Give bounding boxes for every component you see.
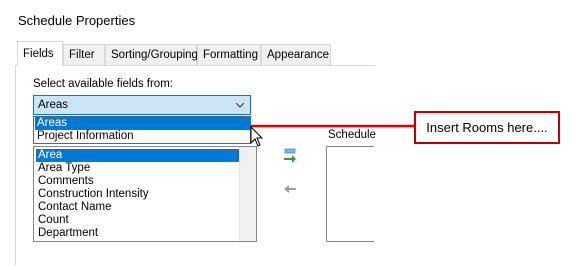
tab-appearance[interactable]: Appearance bbox=[261, 44, 331, 65]
list-item[interactable]: Count bbox=[36, 214, 242, 227]
field-source-combobox[interactable]: Areas bbox=[33, 95, 251, 115]
dropdown-option-project-information[interactable]: Project Information bbox=[35, 130, 251, 143]
available-fields-list: Area Area Type Comments Construction Int… bbox=[33, 146, 257, 242]
list-item[interactable]: Comments bbox=[36, 175, 242, 188]
remove-field-button[interactable] bbox=[282, 181, 298, 197]
dropdown-option-areas[interactable]: Areas bbox=[35, 117, 251, 130]
callout-box: Insert Rooms here.... bbox=[414, 111, 560, 144]
mouse-pointer-icon bbox=[250, 126, 264, 147]
list-item[interactable]: Area Type bbox=[36, 162, 242, 175]
list-item[interactable]: Department bbox=[36, 227, 242, 240]
remove-field-icon bbox=[284, 185, 296, 193]
tab-fields[interactable]: Fields bbox=[17, 41, 63, 66]
fields-list-scrollbar[interactable] bbox=[239, 147, 256, 241]
tab-filter[interactable]: Filter bbox=[63, 44, 105, 65]
tab-formatting[interactable]: Formatting bbox=[197, 44, 261, 65]
list-item[interactable]: Construction Intensity bbox=[36, 188, 242, 201]
scheduled-fields-list[interactable] bbox=[326, 146, 374, 242]
tab-sorting-grouping[interactable]: Sorting/Grouping bbox=[105, 44, 198, 65]
list-item[interactable]: Area bbox=[36, 149, 242, 162]
add-field-button[interactable] bbox=[282, 148, 298, 164]
combobox-value: Areas bbox=[38, 99, 69, 111]
add-field-icon bbox=[284, 148, 296, 163]
dialog-title: Schedule Properties bbox=[18, 13, 136, 28]
list-item[interactable]: Contact Name bbox=[36, 201, 242, 214]
chevron-down-icon[interactable] bbox=[234, 97, 246, 116]
field-source-dropdown: Areas Project Information bbox=[33, 116, 251, 144]
select-fields-label: Select available fields from: bbox=[33, 78, 173, 90]
